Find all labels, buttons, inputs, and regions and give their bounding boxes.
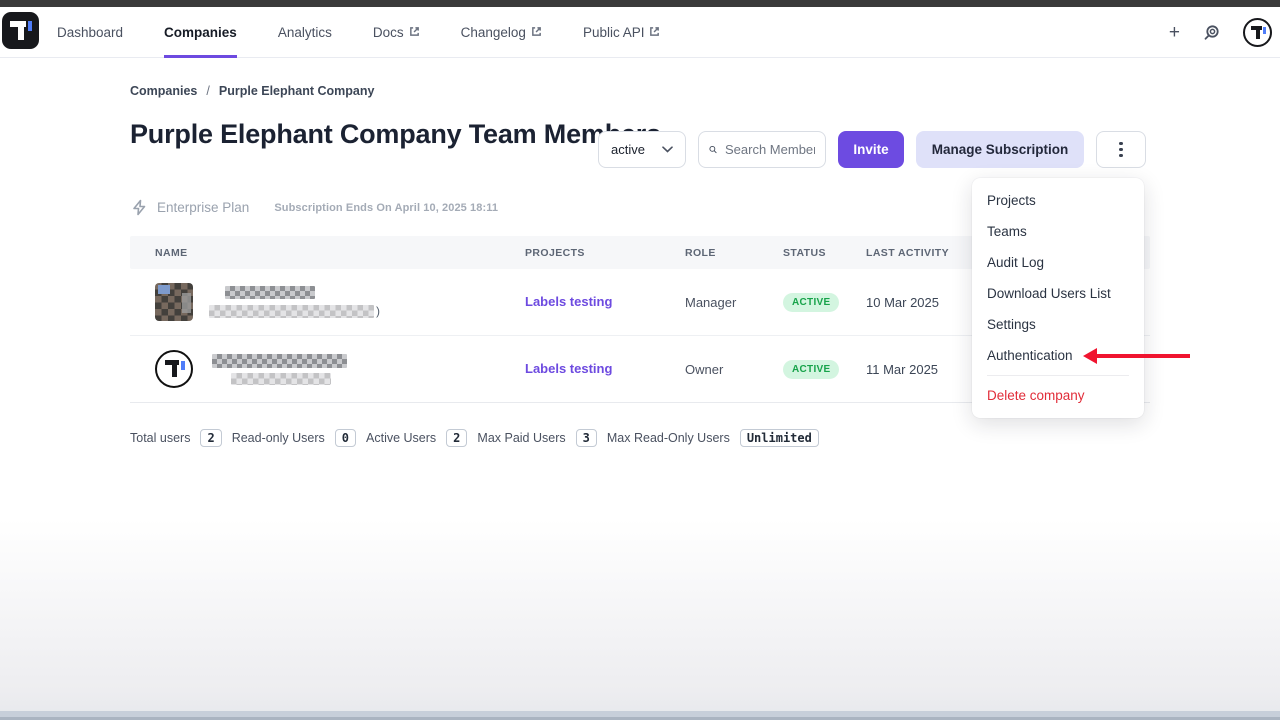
status-badge: ACTIVE <box>783 293 839 312</box>
menu-item-download-users-list[interactable]: Download Users List <box>972 278 1144 309</box>
external-link-icon <box>531 26 542 37</box>
col-status: STATUS <box>783 247 866 259</box>
breadcrumb-separator: / <box>206 84 209 98</box>
plan-row: Enterprise Plan Subscription Ends On Apr… <box>131 199 498 216</box>
nav-item-public-api[interactable]: Public API <box>583 7 661 58</box>
header-controls: active Invite Manage Subscription <box>598 131 1146 168</box>
external-link-icon <box>649 26 660 37</box>
stat-label: Max Read-Only Users <box>607 431 730 445</box>
plan-name: Enterprise Plan <box>157 200 249 215</box>
project-link[interactable]: Labels testing <box>525 294 612 309</box>
stat-value: Unlimited <box>740 429 819 447</box>
nav-item-docs[interactable]: Docs <box>373 7 420 58</box>
window-top-strip <box>0 0 1280 7</box>
stat-value: 2 <box>446 429 467 447</box>
external-link-icon <box>409 26 420 37</box>
nav-item-changelog[interactable]: Changelog <box>461 7 542 58</box>
nav-item-companies[interactable]: Companies <box>164 7 237 58</box>
menu-item-settings[interactable]: Settings <box>972 309 1144 340</box>
company-actions-kebab-button[interactable] <box>1096 131 1146 168</box>
status-filter-select[interactable]: active <box>598 131 686 168</box>
project-link[interactable]: Labels testing <box>525 361 612 376</box>
col-projects: PROJECTS <box>525 247 685 259</box>
stat-value: 3 <box>576 429 597 447</box>
menu-divider <box>987 375 1129 376</box>
member-role: Owner <box>685 362 783 377</box>
vertical-dots-icon <box>1119 142 1123 146</box>
lightning-bolt-icon <box>131 199 148 216</box>
col-role: ROLE <box>685 247 783 259</box>
breadcrumb-current-company[interactable]: Purple Elephant Company <box>219 84 375 98</box>
redacted-name <box>209 354 347 385</box>
stat-label: Max Paid Users <box>477 431 565 445</box>
navbar-right-actions: + <box>1169 7 1272 58</box>
search-members-field[interactable] <box>698 131 826 168</box>
menu-item-delete-company[interactable]: Delete company <box>972 380 1144 411</box>
stat-value: 0 <box>335 429 356 447</box>
status-badge: ACTIVE <box>783 360 839 379</box>
stat-value: 2 <box>200 429 221 447</box>
nav-item-dashboard[interactable]: Dashboard <box>57 7 123 58</box>
company-actions-menu: Projects Teams Audit Log Download Users … <box>972 178 1144 418</box>
avatar <box>155 283 193 321</box>
redacted-name: ) <box>209 286 380 318</box>
invite-button[interactable]: Invite <box>838 131 904 168</box>
avatar <box>155 350 193 388</box>
member-role: Manager <box>685 295 783 310</box>
menu-item-teams[interactable]: Teams <box>972 216 1144 247</box>
member-name-cell <box>155 350 525 388</box>
magnifier-icon <box>709 142 717 157</box>
user-avatar[interactable] <box>1243 18 1272 47</box>
menu-item-audit-log[interactable]: Audit Log <box>972 247 1144 278</box>
menu-item-projects[interactable]: Projects <box>972 185 1144 216</box>
nav-links: Dashboard Companies Analytics Docs Chang… <box>57 7 660 58</box>
member-name-cell: ) <box>155 283 525 321</box>
top-navbar: Dashboard Companies Analytics Docs Chang… <box>0 7 1280 58</box>
subscription-ends-text: Subscription Ends On April 10, 2025 18:1… <box>274 202 498 214</box>
stat-label: Read-only Users <box>232 431 325 445</box>
stat-label: Total users <box>130 431 190 445</box>
brand-logo[interactable] <box>2 12 39 49</box>
nav-item-analytics[interactable]: Analytics <box>278 7 332 58</box>
chevron-down-icon <box>662 146 673 153</box>
breadcrumb: Companies / Purple Elephant Company <box>130 84 374 98</box>
search-members-input[interactable] <box>725 142 815 157</box>
col-name: NAME <box>155 247 525 259</box>
manage-subscription-button[interactable]: Manage Subscription <box>916 131 1084 168</box>
add-icon[interactable]: + <box>1169 23 1180 42</box>
search-icon[interactable] <box>1202 23 1221 42</box>
breadcrumb-companies[interactable]: Companies <box>130 84 197 98</box>
user-stats-bar: Total users 2 Read-only Users 0 Active U… <box>130 429 819 447</box>
stat-label: Active Users <box>366 431 436 445</box>
menu-item-authentication[interactable]: Authentication <box>972 340 1144 371</box>
